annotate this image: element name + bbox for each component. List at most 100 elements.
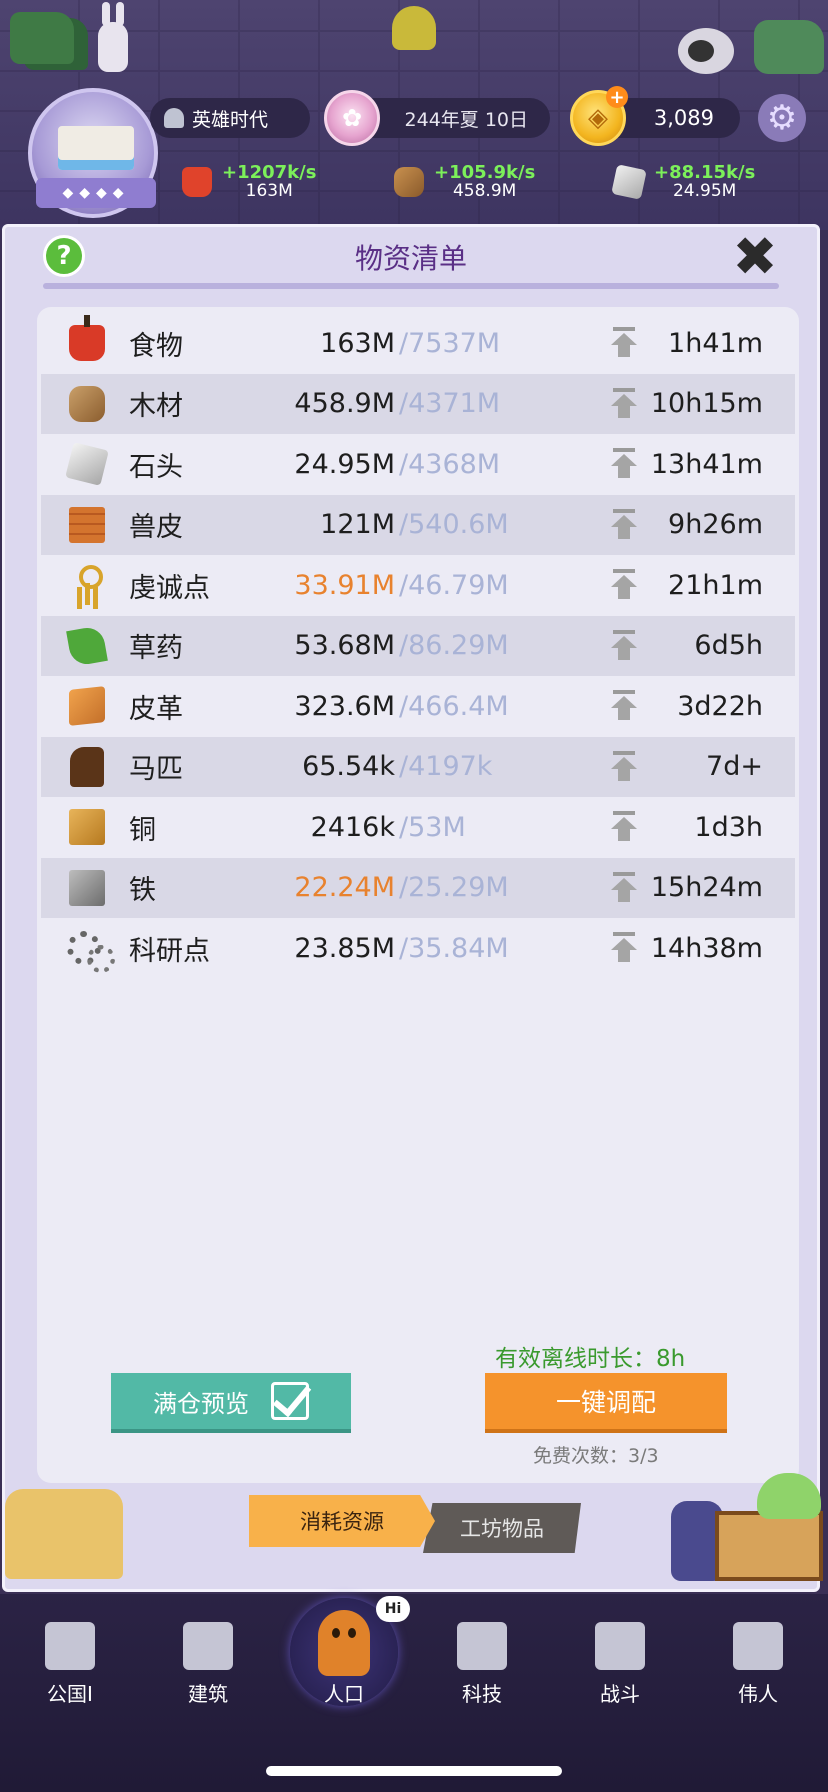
panel-header: ? 物资清单 ✖ — [5, 227, 817, 299]
settings-gear-icon[interactable]: ⚙ — [758, 94, 806, 142]
resource-name: 虔诚点 — [129, 572, 210, 604]
ankh-icon — [74, 565, 103, 605]
era-label: 英雄时代 — [192, 108, 269, 131]
resource-capacity: /4197k — [399, 751, 493, 782]
upgrade-arrow-icon[interactable] — [611, 448, 637, 480]
helmet-icon — [164, 108, 184, 128]
resource-icon-wrap — [65, 745, 109, 789]
title-divider — [43, 283, 779, 289]
stone-icon — [611, 164, 647, 201]
nav-technology[interactable]: 科技 — [422, 1622, 542, 1707]
upgrade-arrow-icon[interactable] — [611, 387, 637, 420]
resource-row: 皮革 323.6M/466.4M 3d22h — [41, 676, 795, 736]
resource-row: 虔诚点 33.91M/46.79M 21h1m — [41, 555, 795, 615]
iron-icon — [69, 869, 105, 906]
top-scene: ◆◆◆◆ 英雄时代 244年夏 10日 ✿ 3,089 ◈ + ⚙ +1207k… — [0, 0, 828, 230]
resource-capacity: /4371M — [399, 388, 501, 419]
herb-icon — [66, 624, 108, 667]
close-icon[interactable]: ✖ — [727, 229, 783, 285]
nav-battle[interactable]: 战斗 — [560, 1622, 680, 1707]
resource-icon-wrap — [65, 684, 109, 728]
nav-great-people[interactable]: 伟人 — [698, 1622, 818, 1707]
panel-title: 物资清单 — [354, 242, 467, 275]
house-icon — [183, 1622, 233, 1670]
upgrade-arrow-icon[interactable] — [611, 569, 637, 601]
nav-buildings[interactable]: 建筑 — [148, 1622, 268, 1707]
stone-icon — [65, 442, 109, 486]
resource-amount: 323.6M — [294, 690, 395, 722]
offline-duration: 有效离线时长：8h — [495, 1346, 686, 1372]
lotus-icon[interactable]: ✿ — [324, 90, 380, 146]
time-to-full: 3d22h — [677, 690, 763, 722]
nav-label: 人口 — [324, 1682, 364, 1706]
checkbox-checked-icon[interactable] — [271, 1382, 309, 1420]
upgrade-arrow-icon[interactable] — [611, 871, 637, 904]
resource-table: 食物 163M/7537M 1h41m 木材 458.9M/4371M 10h15m 石头 2… — [37, 307, 799, 1483]
upgrade-arrow-icon[interactable] — [611, 750, 637, 783]
resource-amount: 65.54k — [302, 751, 395, 782]
resource-icon-wrap — [65, 926, 115, 973]
tab-workshop-items[interactable]: 工坊物品 — [423, 1503, 581, 1553]
era-pill[interactable]: 英雄时代 — [150, 98, 310, 138]
resource-capacity: /540.6M — [399, 509, 509, 540]
nav-label: 建筑 — [188, 1682, 228, 1706]
add-gold-icon[interactable]: + — [606, 86, 628, 108]
resource-icon-wrap — [65, 442, 109, 486]
upgrade-arrow-icon[interactable] — [611, 629, 637, 662]
resource-amount: 23.85M — [294, 932, 395, 964]
resource-icon-wrap — [65, 805, 109, 849]
resource-capacity: /86.29M — [399, 630, 509, 661]
resource-icon-wrap — [65, 866, 109, 910]
city-ribbon: ◆◆◆◆ — [36, 178, 156, 208]
nav-duchy[interactable]: 公国I — [10, 1622, 130, 1707]
resource-amount: 53.68M — [294, 630, 395, 661]
resource-name: 皮革 — [129, 693, 183, 725]
resource-icon-wrap — [65, 563, 109, 607]
time-to-full: 13h41m — [650, 448, 763, 480]
resource-amount: 24.95M — [294, 448, 395, 480]
resource-capacity: /25.29M — [399, 872, 509, 903]
one-click-allocate-button[interactable]: 一键调配 — [485, 1373, 727, 1433]
preview-label: 满仓预览 — [153, 1389, 249, 1418]
tree-decoration-right — [754, 20, 824, 74]
resource-row: 兽皮 121M/540.6M 9h26m — [41, 494, 795, 555]
time-to-full: 1d3h — [694, 811, 763, 843]
upgrade-arrow-icon[interactable] — [611, 690, 637, 722]
nav-population[interactable]: 人口 — [284, 1622, 404, 1707]
free-times-label: 免费次数：3/3 — [533, 1445, 659, 1467]
resource-amount: 121M — [320, 509, 395, 540]
resource-list-panel: ? 物资清单 ✖ 食物 163M/7537M 1h41m 木材 458.9M/4371M… — [2, 224, 823, 1592]
nav-label: 伟人 — [738, 1682, 778, 1706]
bust-icon — [733, 1622, 783, 1670]
crossed-swords-icon — [595, 1622, 645, 1670]
production-food: +1207k/s 163M — [182, 163, 316, 201]
resource-icon-wrap — [65, 624, 109, 668]
resource-amount: 458.9M — [294, 388, 395, 419]
nav-label: 战斗 — [600, 1682, 640, 1706]
full-storage-preview-button[interactable]: 满仓预览 — [111, 1373, 351, 1433]
time-to-full: 1h41m — [668, 327, 763, 359]
upgrade-arrow-icon[interactable] — [611, 508, 637, 541]
sheep-decoration — [678, 28, 734, 74]
time-to-full: 9h26m — [668, 509, 763, 540]
nav-label: 科技 — [462, 1682, 502, 1706]
home-indicator[interactable] — [266, 1766, 562, 1776]
resource-name: 食物 — [129, 330, 183, 362]
food-icon — [69, 315, 105, 361]
birdcage-decoration — [392, 6, 436, 50]
date-label: 244年夏 10日 — [404, 108, 528, 131]
upgrade-arrow-icon[interactable] — [611, 811, 637, 843]
book-icon — [457, 1622, 507, 1670]
resource-icon-wrap — [65, 382, 109, 426]
time-to-full: 7d+ — [706, 751, 763, 782]
upgrade-arrow-icon[interactable] — [611, 327, 637, 359]
upgrade-arrow-icon[interactable] — [611, 932, 637, 964]
bottom-navigation: Hi 公国I 建筑 人口 科技 战斗 伟人 — [0, 1594, 828, 1792]
resource-row: 食物 163M/7537M 1h41m — [41, 313, 795, 373]
resource-amount: 2416k — [310, 811, 395, 843]
production-total: 458.9M — [452, 180, 517, 201]
bunny-decoration — [98, 2, 128, 72]
resource-capacity: /46.79M — [399, 569, 509, 601]
time-to-full: 15h24m — [650, 872, 763, 903]
tab-consume-resources[interactable]: 消耗资源 — [249, 1495, 435, 1547]
